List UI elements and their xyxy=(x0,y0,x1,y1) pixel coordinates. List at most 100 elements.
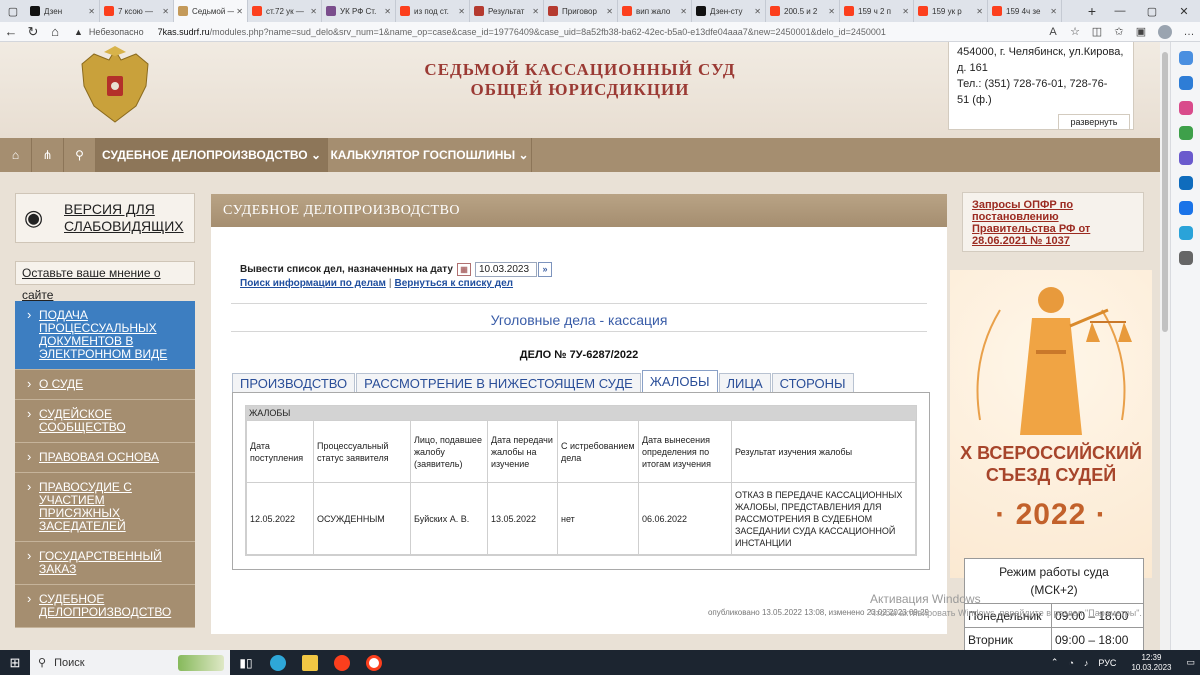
browser-tab[interactable]: ст.72 ук — ✕ xyxy=(248,0,322,22)
tab-close-icon[interactable]: ✕ xyxy=(902,7,909,16)
tab-close-icon[interactable]: ✕ xyxy=(754,7,761,16)
minimize-icon[interactable]: — xyxy=(1104,0,1136,22)
volume-icon[interactable]: ♪ xyxy=(1084,658,1089,668)
tab-favicon-icon xyxy=(992,6,1002,16)
refresh-icon[interactable]: ↻ xyxy=(22,24,44,40)
tab-actions-icon[interactable]: ▢ xyxy=(0,0,26,22)
favorite-icon[interactable]: ☆ xyxy=(1064,25,1086,38)
tab-parties[interactable]: СТОРОНЫ xyxy=(771,373,854,394)
favorites-bar-icon[interactable]: ✩ xyxy=(1108,25,1130,38)
split-screen-icon[interactable]: ◫ xyxy=(1086,25,1108,38)
browser-tab[interactable]: из под ст. ✕ xyxy=(396,0,470,22)
scrollbar-thumb[interactable] xyxy=(1162,52,1168,332)
file-explorer-icon[interactable] xyxy=(294,650,326,675)
office-icon[interactable] xyxy=(1178,176,1193,190)
home-icon[interactable]: ⌂ xyxy=(44,24,66,39)
browser-tab[interactable]: Приговор ✕ xyxy=(544,0,618,22)
more-options-icon[interactable]: … xyxy=(1178,26,1200,38)
tab-proceedings[interactable]: ПРОИЗВОДСТВО xyxy=(232,373,356,394)
search-nav-icon[interactable]: ⚲ xyxy=(64,138,96,172)
tab-favicon-icon xyxy=(474,6,484,16)
nav-court-proceedings[interactable]: СУДЕБНОЕ ДЕЛОПРОИЗВОДСТВО ⌄ xyxy=(96,138,328,172)
read-aloud-icon[interactable]: A xyxy=(1042,26,1064,38)
back-to-list-link[interactable]: Вернуться к списку дел xyxy=(394,278,513,289)
yandex-browser-icon[interactable] xyxy=(358,650,390,675)
url-field[interactable]: ▲ Небезопасно 7kas.sudrf.ru/modules.php?… xyxy=(66,24,1042,40)
taskbar-search[interactable]: ⚲ Поиск xyxy=(30,650,230,675)
menu-item-electronic-filing[interactable]: ПОДАЧА ПРОЦЕССУАЛЬНЫХ ДОКУМЕНТОВ В ЭЛЕКТ… xyxy=(15,301,195,370)
browser-tab[interactable]: 7 ксою — ✕ xyxy=(100,0,174,22)
tab-close-icon[interactable]: ✕ xyxy=(162,7,169,16)
tab-close-icon[interactable]: ✕ xyxy=(1050,7,1057,16)
date-submit-icon[interactable]: » xyxy=(537,262,552,277)
tab-close-icon[interactable]: ✕ xyxy=(458,7,465,16)
shopping-icon[interactable] xyxy=(1178,101,1193,115)
tab-close-icon[interactable]: ✕ xyxy=(828,7,835,16)
tab-lower-court[interactable]: РАССМОТРЕНИЕ В НИЖЕСТОЯЩЕМ СУДЕ xyxy=(356,373,641,394)
browser-tab[interactable]: 159 ук р ✕ xyxy=(914,0,988,22)
games-icon[interactable] xyxy=(1178,151,1193,165)
tab-complaints[interactable]: ЖАЛОБЫ xyxy=(641,370,718,394)
close-window-icon[interactable]: ✕ xyxy=(1168,0,1200,22)
menu-item-court-proceedings[interactable]: СУДЕБНОЕ ДЕЛОПРОИЗВОДСТВО xyxy=(15,585,195,628)
browser-tab[interactable]: Дзен-сту ✕ xyxy=(692,0,766,22)
profile-avatar[interactable] xyxy=(1158,24,1172,39)
tab-close-icon[interactable]: ✕ xyxy=(680,7,687,16)
windows-start-icon[interactable]: ⊞ xyxy=(0,655,30,671)
tab-close-icon[interactable]: ✕ xyxy=(236,7,243,16)
expand-contacts-button[interactable]: развернуть xyxy=(1058,114,1130,130)
low-vision-button[interactable]: ◉ ВЕРСИЯ ДЛЯ СЛАБОВИДЯЩИХ xyxy=(15,193,195,243)
feedback-link[interactable]: Оставьте ваше мнение о сайте xyxy=(15,261,195,302)
calendar-icon[interactable]: ▦ xyxy=(456,263,471,276)
tab-close-icon[interactable]: ✕ xyxy=(976,7,983,16)
browser-tab[interactable]: Седьмой — ✕ xyxy=(174,0,248,22)
browser-tab[interactable]: 159 ч 2 п ✕ xyxy=(840,0,914,22)
task-view-icon[interactable]: ▮▯ xyxy=(230,650,262,675)
edge-browser-icon[interactable] xyxy=(262,650,294,675)
notifications-icon[interactable]: ▭ xyxy=(1186,657,1195,668)
tab-close-icon[interactable]: ✕ xyxy=(310,7,317,16)
clock[interactable]: 12:39 10.03.2023 xyxy=(1131,653,1171,673)
collections-icon[interactable]: ▣ xyxy=(1130,25,1152,38)
add-sidebar-icon[interactable] xyxy=(1178,251,1193,265)
tab-close-icon[interactable]: ✕ xyxy=(606,7,613,16)
tab-persons[interactable]: ЛИЦА xyxy=(718,373,771,394)
back-icon[interactable]: ← xyxy=(0,24,22,39)
date-input[interactable]: 10.03.2023 xyxy=(474,262,537,277)
complaints-table-wrap: ЖАЛОБЫ Дата поступления Процессуальный с… xyxy=(245,405,917,556)
menu-item-about-court[interactable]: О СУДЕ xyxy=(15,370,195,400)
maximize-icon[interactable]: ▢ xyxy=(1136,0,1168,22)
sitemap-icon[interactable]: ⋔ xyxy=(32,138,64,172)
browser-tab[interactable]: 200.5 и 2 ✕ xyxy=(766,0,840,22)
drop-icon[interactable] xyxy=(1178,226,1193,240)
tab-close-icon[interactable]: ✕ xyxy=(384,7,391,16)
menu-item-state-order[interactable]: ГОСУДАРСТВЕННЫЙ ЗАКАЗ xyxy=(15,542,195,585)
search-icon[interactable] xyxy=(1178,51,1193,65)
menu-item-legal-basis[interactable]: ПРАВОВАЯ ОСНОВА xyxy=(15,443,195,473)
browser-tab[interactable]: вип жало ✕ xyxy=(618,0,692,22)
new-tab-button[interactable]: + xyxy=(1080,0,1104,22)
browser-tab[interactable]: Результат ✕ xyxy=(470,0,544,22)
nav-fee-calculator[interactable]: КАЛЬКУЛЯТОР ГОСПОШЛИНЫ ⌄ xyxy=(328,138,532,172)
browser-tab[interactable]: Дзен ✕ xyxy=(26,0,100,22)
tray-overflow-icon[interactable]: ⌃ xyxy=(1051,657,1059,668)
network-icon[interactable]: ◔ xyxy=(1068,658,1073,668)
bing-icon[interactable] xyxy=(1178,76,1193,90)
browser-tab[interactable]: УК РФ Ст. ✕ xyxy=(322,0,396,22)
page-scrollbar[interactable] xyxy=(1160,42,1170,650)
tab-close-icon[interactable]: ✕ xyxy=(532,7,539,16)
yandex-icon[interactable] xyxy=(326,650,358,675)
tab-close-icon[interactable]: ✕ xyxy=(88,7,95,16)
opfr-requests-link[interactable]: Запросы ОПФР по постановлению Правительс… xyxy=(962,192,1144,252)
table-cell: нет xyxy=(557,482,639,555)
home-nav-icon[interactable]: ⌂ xyxy=(0,138,32,172)
contact-line: д. 161 xyxy=(957,62,988,74)
tools-icon[interactable] xyxy=(1178,126,1193,140)
outlook-icon[interactable] xyxy=(1178,201,1193,215)
browser-tab[interactable]: 159 4ч зе ✕ xyxy=(988,0,1062,22)
menu-item-judicial-community[interactable]: СУДЕЙСКОЕ СООБЩЕСТВО xyxy=(15,400,195,443)
language-indicator[interactable]: РУС xyxy=(1098,658,1116,668)
menu-item-jury-justice[interactable]: ПРАВОСУДИЕ С УЧАСТИЕМ ПРИСЯЖНЫХ ЗАСЕДАТЕ… xyxy=(15,473,195,542)
judges-congress-banner[interactable]: X ВСЕРОССИЙСКИЙ СЪЕЗД СУДЕЙ · 2022 · xyxy=(950,270,1152,578)
case-search-link[interactable]: Поиск информации по делам xyxy=(240,278,386,289)
